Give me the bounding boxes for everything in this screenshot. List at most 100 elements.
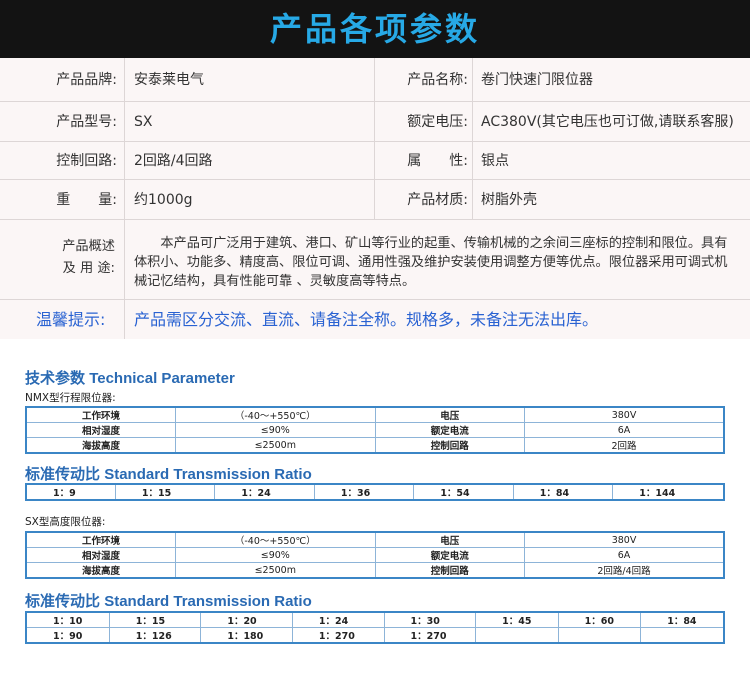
ratio-cell: 1：10 [25,611,110,628]
spec-panel: 产品品牌: 安泰莱电气 产品名称: 卷门快速门限位器 产品型号: SX 额定电压… [0,58,750,339]
sx-ratio-table: 1：10 1：15 1：20 1：24 1：30 1：45 1：60 1：84 … [25,611,725,644]
tech-title: 技术参数 Technical Parameter [25,367,235,388]
param-key: 相对湿度 [25,547,177,563]
spec-value: AC380V(其它电压也可订做,请联系客服) [481,114,734,130]
param-value: 6A [524,547,725,563]
table-row: 海拔高度 ≤2500m 控制回路 2回路 [25,437,725,454]
param-key: 相对湿度 [25,422,177,438]
ratio-cell [557,627,642,644]
ratio-cell: 1：180 [200,627,293,644]
ratio-cell [475,627,559,644]
technical-parameter-section: 技术参数 Technical Parameter NMX型行程限位器: 工作环境… [0,339,750,679]
ratio-cell: 1：24 [214,483,315,501]
tech-title-en: Technical Parameter [89,370,235,387]
ratio-cell [640,627,725,644]
spec-value: 卷门快速门限位器 [481,72,593,88]
param-key: 额定电流 [374,547,526,563]
spec-label: 产品材质: [407,192,468,208]
param-value: （-40～+550℃） [175,406,376,423]
param-value: ≤2500m [175,437,376,454]
header-banner: 产品各项参数 [0,0,750,58]
table-row: 相对湿度 ≤90% 额定电流 6A [25,547,725,563]
ratio-title-en: Standard Transmission Ratio [104,593,312,610]
sx-param-table: 工作环境 （-40～+550℃） 电压 380V 相对湿度 ≤90% 额定电流 … [25,531,725,579]
ratio-cell: 1：15 [114,483,216,501]
ratio-title-sx: 标准传动比 Standard Transmission Ratio [25,590,312,611]
ratio-cell: 1：24 [291,611,385,628]
ratio-title-cn: 标准传动比 [25,466,101,483]
column-divider [472,58,473,220]
table-row: 1：90 1：126 1：180 1：270 1：270 [25,627,725,644]
table-row: 工作环境 （-40～+550℃） 电压 380V [25,531,725,548]
param-key: 电压 [374,406,526,423]
table-row: 1：10 1：15 1：20 1：24 1：30 1：45 1：60 1：84 [25,611,725,628]
spec-label: 产品名称: [407,72,468,88]
overview-label: 及 用 途: [62,261,115,276]
param-value: 6A [524,422,725,438]
tip-row: 温馨提示: 产品需区分交流、直流、请备注全称。规格多，未备注无法出库。 [0,300,750,339]
table-row: 工作环境 （-40～+550℃） 电压 380V [25,406,725,423]
ratio-cell: 1：15 [108,611,202,628]
ratio-cell: 1：9 [25,483,116,501]
param-value: （-40～+550℃） [175,531,376,548]
spec-row: 重 量: 约1000g 产品材质: 树脂外壳 [0,180,750,220]
ratio-cell: 1：144 [612,483,725,501]
spec-row: 控制回路: 2回路/4回路 属 性: 银点 [0,142,750,180]
ratio-cell: 1：54 [413,483,514,501]
ratio-title-cn: 标准传动比 [25,593,101,610]
tip-label: 温馨提示: [36,310,106,329]
spec-label: 重 量: [56,192,117,208]
ratio-cell: 1：270 [291,627,385,644]
param-key: 海拔高度 [25,437,177,454]
spec-row: 产品型号: SX 额定电压: AC380V(其它电压也可订做,请联系客服) [0,102,750,142]
ratio-title-nmx: 标准传动比 Standard Transmission Ratio [25,463,312,484]
spec-label: 控制回路: [56,153,117,169]
overview-label: 产品概述 [62,239,115,254]
param-key: 额定电流 [374,422,526,438]
nmx-param-table: 工作环境 （-40～+550℃） 电压 380V 相对湿度 ≤90% 额定电流 … [25,406,725,454]
ratio-cell: 1：84 [640,611,725,628]
spec-value: 银点 [481,153,509,169]
overview-row: 产品概述 及 用 途: 本产品可广泛用于建筑、港口、矿山等行业的起重、传输机械的… [0,220,750,300]
ratio-cell: 1：36 [313,483,415,501]
ratio-cell: 1：126 [108,627,202,644]
param-value: 2回路 [524,437,725,454]
sx-subtitle: SX型高度限位器: [25,516,106,528]
param-key: 工作环境 [25,531,177,548]
ratio-cell: 1：270 [383,627,477,644]
nmx-subtitle: NMX型行程限位器: [25,392,116,404]
tech-title-cn: 技术参数 [25,370,86,387]
spec-label: 额定电压: [407,114,468,130]
param-key: 海拔高度 [25,562,177,579]
ratio-title-en: Standard Transmission Ratio [104,466,312,483]
param-key: 控制回路 [374,562,526,579]
table-row: 海拔高度 ≤2500m 控制回路 2回路/4回路 [25,562,725,579]
param-value: 380V [524,406,725,423]
nmx-ratio-table: 1：9 1：15 1：24 1：36 1：54 1：84 1：144 [25,483,725,501]
param-value: 2回路/4回路 [524,562,725,579]
param-key: 工作环境 [25,406,177,423]
overview-text: 本产品可广泛用于建筑、港口、矿山等行业的起重、传输机械的之余间三座标的控制和限位… [134,236,728,289]
spec-row: 产品品牌: 安泰莱电气 产品名称: 卷门快速门限位器 [0,58,750,102]
ratio-cell: 1：84 [512,483,614,501]
param-key: 电压 [374,531,526,548]
spec-label: 产品型号: [56,114,117,130]
param-value: ≤90% [175,422,376,438]
ratio-cell: 1：90 [25,627,110,644]
param-key: 控制回路 [374,437,526,454]
ratio-cell: 1：20 [200,611,293,628]
param-value: 380V [524,531,725,548]
param-value: ≤2500m [175,562,376,579]
spec-label: 属 性: [407,153,468,169]
table-row: 1：9 1：15 1：24 1：36 1：54 1：84 1：144 [25,483,725,501]
table-row: 相对湿度 ≤90% 额定电流 6A [25,422,725,438]
spec-value: 2回路/4回路 [134,153,213,169]
tip-text: 产品需区分交流、直流、请备注全称。规格多，未备注无法出库。 [134,310,599,329]
spec-value: 安泰莱电气 [134,72,204,88]
spec-value: 约1000g [134,192,193,208]
ratio-cell: 1：45 [475,611,559,628]
spec-value: SX [134,114,153,130]
column-divider [124,58,125,339]
column-divider [374,58,375,220]
page-title: 产品各项参数 [269,10,480,48]
